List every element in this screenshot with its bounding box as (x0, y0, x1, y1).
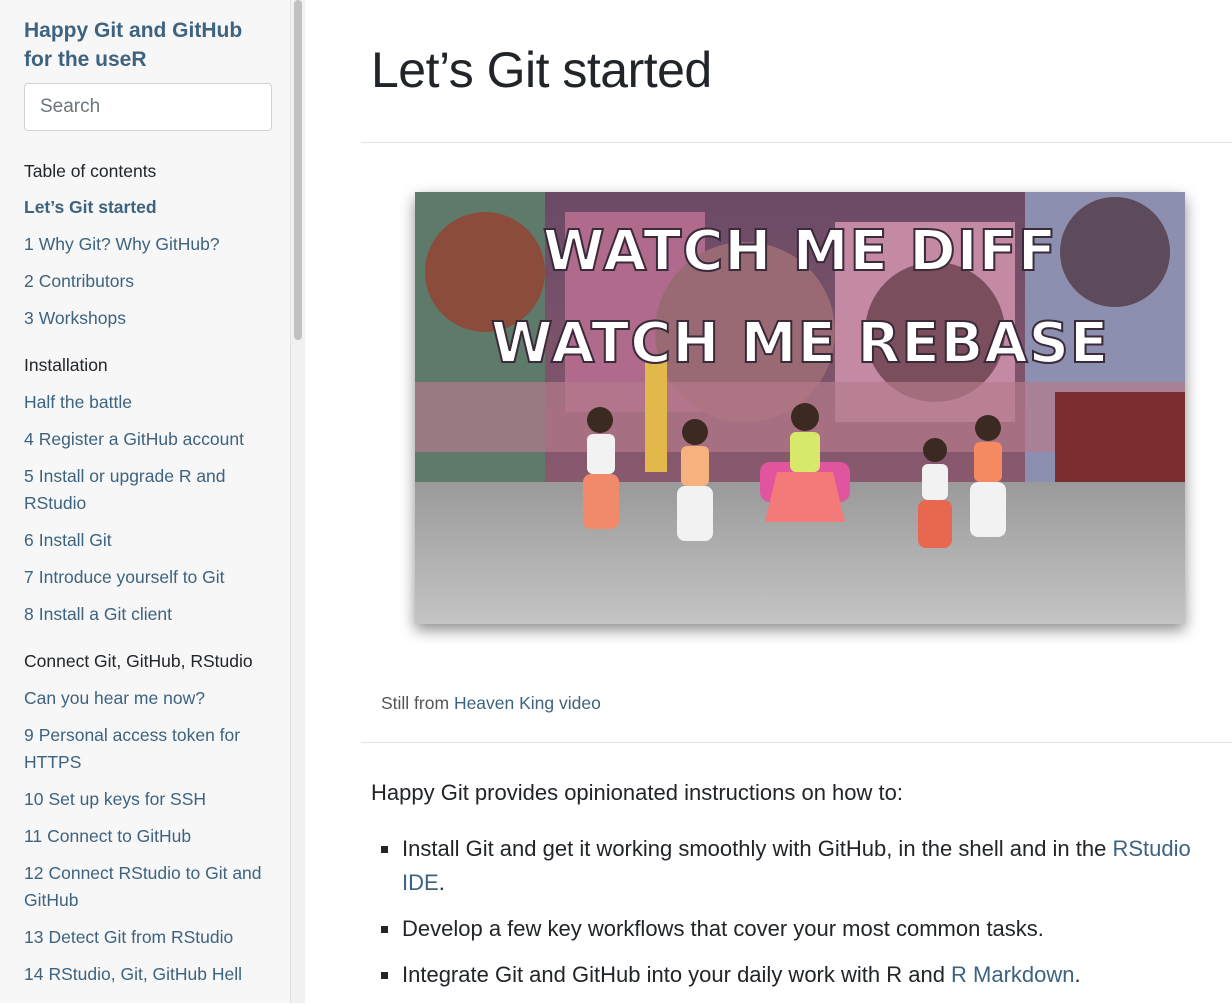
toc-item[interactable]: 5 Install or upgrade R and RStudio (24, 463, 276, 517)
divider (361, 742, 1232, 743)
toc-item-label: Connect to GitHub (47, 826, 192, 846)
toc-item[interactable]: 11 Connect to GitHub (24, 823, 276, 850)
toc-item[interactable]: 9 Personal access token for HTTPS (24, 722, 276, 776)
toc-item-number: 11 (24, 826, 43, 846)
toc-item-label: Table of contents (24, 161, 157, 181)
toc-section-header: Connect Git, GitHub, RStudio (24, 648, 276, 675)
toc-item-number: 8 (24, 604, 34, 624)
toc-item-label: Personal access token for HTTPS (24, 725, 241, 772)
hero-image: WATCH ME DIFF WATCH ME REBASE (415, 192, 1185, 624)
toc-item-label: Register a GitHub account (38, 429, 244, 449)
toc-item-number: 14 (24, 964, 44, 984)
toc-item-label: Install Git (38, 530, 112, 550)
toc-item[interactable]: 4 Register a GitHub account (24, 426, 276, 453)
toc-item-label: Half the battle (24, 392, 132, 412)
bullet-square-icon (381, 972, 388, 979)
bullet-square-icon (381, 846, 388, 853)
bullet-item: Install Git and get it working smoothly … (371, 832, 1231, 900)
hero-image-art: WATCH ME DIFF WATCH ME REBASE (415, 192, 1185, 624)
hero-text-line1: WATCH ME DIFF (543, 219, 1057, 284)
toc-item-label: Contributors (38, 271, 135, 291)
toc-item-label: Install a Git client (38, 604, 172, 624)
toc-item-number: 7 (24, 567, 34, 587)
toc-item-label: Introduce yourself to Git (38, 567, 225, 587)
hero-text-line2: WATCH ME REBASE (491, 311, 1109, 376)
sidebar: Happy Git and GitHub for the useR Table … (0, 0, 291, 1003)
toc-item[interactable]: 2 Contributors (24, 268, 276, 295)
toc-item-label: Workshops (38, 308, 126, 328)
toc-section-header: Installation (24, 352, 276, 379)
toc-item-number: 9 (24, 725, 34, 745)
toc-item-label: Can you hear me now? (24, 688, 205, 708)
toc-item[interactable]: 1 Why Git? Why GitHub? (24, 231, 276, 258)
page-title: Let’s Git started (371, 42, 712, 98)
toc-item-label: Detect Git from RStudio (48, 927, 234, 947)
bullet-text: Integrate Git and GitHub into your daily… (402, 962, 952, 987)
toc-item-label: Installation (24, 355, 108, 375)
toc-item-label: Install or upgrade R and RStudio (24, 466, 226, 513)
bullet-list: Install Git and get it working smoothly … (371, 832, 1231, 1004)
book-title-link[interactable]: Happy Git and GitHub for the useR (24, 16, 274, 74)
intro-paragraph: Happy Git provides opinionated instructi… (371, 780, 903, 805)
toc-item[interactable]: 7 Introduce yourself to Git (24, 564, 276, 591)
toc-item[interactable]: Half the battle (24, 389, 276, 416)
bullet-link[interactable]: R Markdown (951, 962, 1074, 987)
bullet-suffix: . (438, 870, 445, 895)
scrollbar-thumb[interactable] (294, 0, 302, 340)
bullet-item: Develop a few key workflows that cover y… (371, 912, 1231, 946)
caption-prefix: Still from (381, 693, 454, 713)
toc-item[interactable]: Let’s Git started (24, 194, 276, 221)
toc-item-number: 5 (24, 466, 34, 486)
toc-item-number: 13 (24, 927, 44, 947)
toc-item-number: 3 (24, 308, 34, 328)
toc-item[interactable]: 6 Install Git (24, 527, 276, 554)
toc-item-label: Connect Git, GitHub, RStudio (24, 651, 253, 671)
toc-item[interactable]: 14 RStudio, Git, GitHub Hell (24, 961, 276, 988)
search-input[interactable] (24, 83, 272, 131)
divider (361, 142, 1232, 143)
toc-item[interactable]: 8 Install a Git client (24, 601, 276, 628)
toc-item-number: 6 (24, 530, 34, 550)
toc-item[interactable]: 3 Workshops (24, 305, 276, 332)
toc-item-label: Set up keys for SSH (48, 789, 207, 809)
toc-item[interactable]: 13 Detect Git from RStudio (24, 924, 276, 951)
caption-link[interactable]: Heaven King video (454, 693, 601, 713)
bullet-suffix: . (1074, 962, 1081, 987)
bullet-text: Install Git and get it working smoothly … (402, 836, 1113, 861)
toc-item-label: Why Git? Why GitHub? (38, 234, 220, 254)
toc-item-number: 12 (24, 863, 44, 883)
toc-section-header: Table of contents (24, 158, 276, 185)
figure-caption: Still from Heaven King video (381, 693, 601, 714)
bullet-text: Develop a few key workflows that cover y… (402, 916, 1044, 941)
toc-item-label: Connect RStudio to Git and GitHub (24, 863, 262, 910)
toc-item[interactable]: 12 Connect RStudio to Git and GitHub (24, 860, 276, 914)
bullet-square-icon (381, 926, 388, 933)
toc-item-number: 2 (24, 271, 34, 291)
toc-item-label: Let’s Git started (24, 197, 157, 217)
toc-item-number: 4 (24, 429, 34, 449)
toc-item-number: 1 (24, 234, 34, 254)
toc-item[interactable]: Can you hear me now? (24, 685, 276, 712)
main-content: Let’s Git started WATCH ME DIFF WATCH ME… (306, 0, 1232, 1003)
toc-item-label: RStudio, Git, GitHub Hell (48, 964, 243, 984)
toc-item[interactable]: 10 Set up keys for SSH (24, 786, 276, 813)
bullet-item: Integrate Git and GitHub into your daily… (371, 958, 1231, 992)
toc-item-number: 10 (24, 789, 44, 809)
